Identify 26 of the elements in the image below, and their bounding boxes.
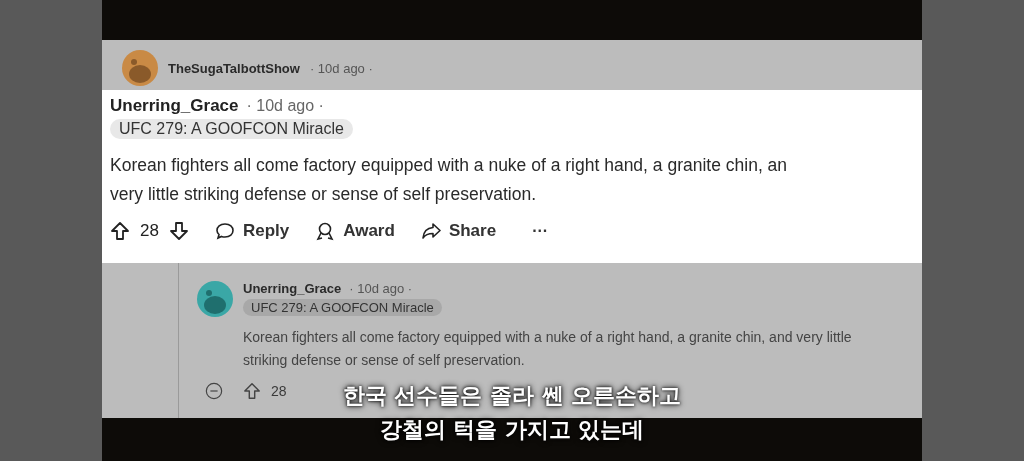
share-icon: [420, 221, 441, 241]
username[interactable]: TheSugaTalbottShow: [168, 60, 300, 76]
award-icon: [315, 221, 336, 241]
vote-count: 28: [140, 221, 159, 241]
avatar-icon: [197, 281, 233, 317]
subtitle-text: 한국 선수들은 졸라 쎈 오른손하고: [342, 382, 682, 410]
flair-tag: UFC 279: A GOOFCON Miracle: [243, 299, 442, 316]
award-button[interactable]: Award: [315, 221, 395, 241]
speech-bubble-icon: [214, 221, 235, 241]
timestamp: · 10d ago ·: [309, 60, 373, 76]
comment-text: Korean fighters all come factory equipped with a nuke of a right hand, a granite chin, and very little striking defense or sense of self preservation.: [243, 328, 853, 370]
vote-count: 28: [271, 383, 287, 399]
username[interactable]: Unerring_Grace: [243, 281, 342, 296]
share-button[interactable]: Share: [420, 221, 497, 241]
downvote-icon[interactable]: [168, 221, 189, 241]
reply-button[interactable]: Reply: [214, 221, 290, 241]
subtitle-text: 강철의 턱을 가지고 있는데: [379, 416, 645, 444]
username[interactable]: Unerring_Grace: [110, 96, 239, 116]
collapse-icon[interactable]: [205, 382, 223, 400]
avatar-icon: [122, 50, 158, 86]
timestamp: · 10d ago ·: [349, 281, 413, 296]
upvote-icon[interactable]: [110, 221, 130, 241]
timestamp: · 10d ago ·: [246, 97, 324, 115]
comment-text: Korean fighters all come factory equipped with a nuke of a right hand, a granite chin, an very little striking defense or sense of self preservation.: [110, 154, 788, 206]
more-button[interactable]: ···: [532, 222, 549, 240]
flair-tag: UFC 279: A GOOFCON Miracle: [110, 119, 353, 139]
